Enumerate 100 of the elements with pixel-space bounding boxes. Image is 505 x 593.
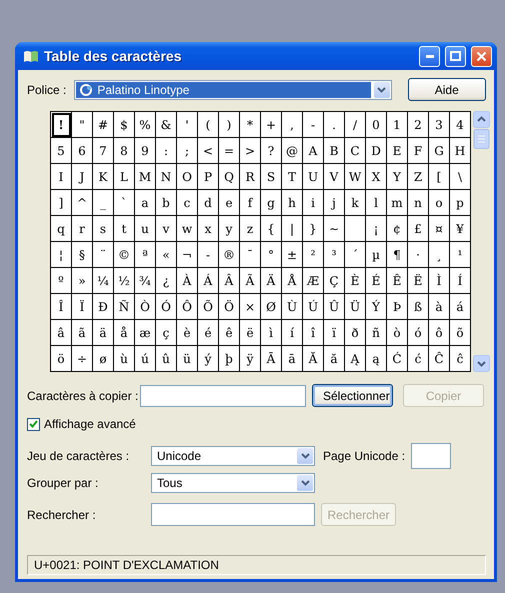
- character-cell[interactable]: ć: [408, 346, 429, 372]
- character-cell[interactable]: <: [198, 138, 219, 164]
- character-cell[interactable]: y: [219, 216, 240, 242]
- character-cell[interactable]: ë: [240, 320, 261, 346]
- character-cell[interactable]: Ú: [303, 294, 324, 320]
- character-cell[interactable]: ê: [219, 320, 240, 346]
- character-cell[interactable]: ñ: [366, 320, 387, 346]
- character-cell[interactable]: j: [324, 190, 345, 216]
- character-cell[interactable]: =: [219, 138, 240, 164]
- character-cell[interactable]: ¤: [429, 216, 450, 242]
- character-cell[interactable]: Ö: [219, 294, 240, 320]
- character-cell[interactable]: É: [366, 268, 387, 294]
- character-cell[interactable]: |: [282, 216, 303, 242]
- character-cell[interactable]: p: [450, 190, 471, 216]
- character-cell[interactable]: 1: [387, 112, 408, 138]
- character-cell[interactable]: u: [135, 216, 156, 242]
- character-cell[interactable]: ß: [408, 294, 429, 320]
- character-cell[interactable]: ®: [219, 242, 240, 268]
- character-cell[interactable]: ó: [408, 320, 429, 346]
- character-cell[interactable]: q: [51, 216, 72, 242]
- character-cell[interactable]: 8: [114, 138, 135, 164]
- character-cell[interactable]: À: [177, 268, 198, 294]
- character-cell[interactable]: °: [261, 242, 282, 268]
- character-cell[interactable]: E: [387, 138, 408, 164]
- character-cell[interactable]: ¨: [93, 242, 114, 268]
- character-cell[interactable]: U: [303, 164, 324, 190]
- character-cell[interactable]: r: [72, 216, 93, 242]
- character-cell[interactable]: h: [282, 190, 303, 216]
- character-cell[interactable]: Å: [282, 268, 303, 294]
- search-field[interactable]: [151, 503, 315, 526]
- character-cell[interactable]: Â: [219, 268, 240, 294]
- character-cell[interactable]: W: [345, 164, 366, 190]
- character-cell[interactable]: â: [51, 320, 72, 346]
- minimize-button[interactable]: [419, 46, 440, 66]
- character-cell[interactable]: *: [240, 112, 261, 138]
- character-cell[interactable]: T: [282, 164, 303, 190]
- character-cell[interactable]: J: [72, 164, 93, 190]
- character-cell[interactable]: ´: [345, 242, 366, 268]
- character-cell[interactable]: ï: [324, 320, 345, 346]
- character-cell[interactable]: R: [240, 164, 261, 190]
- character-cell[interactable]: è: [177, 320, 198, 346]
- character-cell[interactable]: ô: [429, 320, 450, 346]
- character-cell[interactable]: Ê: [387, 268, 408, 294]
- character-cell[interactable]: ö: [51, 346, 72, 372]
- character-cell[interactable]: e: [219, 190, 240, 216]
- character-cell[interactable]: ý: [198, 346, 219, 372]
- character-cell[interactable]: d: [198, 190, 219, 216]
- character-cell[interactable]: ½: [114, 268, 135, 294]
- character-cell[interactable]: ä: [93, 320, 114, 346]
- character-cell[interactable]: ;: [177, 138, 198, 164]
- character-cell[interactable]: Ô: [177, 294, 198, 320]
- character-cell[interactable]: Z: [408, 164, 429, 190]
- copy-field[interactable]: [140, 384, 306, 406]
- character-cell[interactable]: ?: [261, 138, 282, 164]
- character-cell[interactable]: #: [93, 112, 114, 138]
- character-cell[interactable]: l: [366, 190, 387, 216]
- character-cell[interactable]: K: [93, 164, 114, 190]
- scroll-thumb[interactable]: [473, 129, 490, 149]
- character-cell[interactable]: ì: [261, 320, 282, 346]
- character-cell[interactable]: +: [261, 112, 282, 138]
- character-cell[interactable]: X: [366, 164, 387, 190]
- character-cell[interactable]: ©: [114, 242, 135, 268]
- character-cell[interactable]: «: [156, 242, 177, 268]
- character-cell[interactable]: ^: [72, 190, 93, 216]
- character-cell[interactable]: à: [429, 294, 450, 320]
- character-cell[interactable]: [345, 216, 366, 242]
- character-cell[interactable]: $: [114, 112, 135, 138]
- dropdown-button[interactable]: [297, 475, 313, 491]
- character-cell[interactable]: }: [303, 216, 324, 242]
- character-cell[interactable]: ú: [135, 346, 156, 372]
- character-cell[interactable]: ù: [114, 346, 135, 372]
- font-dropdown[interactable]: Palatino Linotype: [74, 80, 392, 100]
- character-cell[interactable]: í: [282, 320, 303, 346]
- character-cell[interactable]: ,: [282, 112, 303, 138]
- character-cell[interactable]: ¶: [387, 242, 408, 268]
- character-cell[interactable]: B: [324, 138, 345, 164]
- character-cell[interactable]: Í: [450, 268, 471, 294]
- character-cell[interactable]: Y: [387, 164, 408, 190]
- character-cell[interactable]: I: [51, 164, 72, 190]
- character-cell[interactable]: ]: [51, 190, 72, 216]
- character-cell[interactable]: Ñ: [114, 294, 135, 320]
- character-cell[interactable]: 3: [429, 112, 450, 138]
- checkbox[interactable]: [27, 418, 40, 430]
- character-cell[interactable]: 2: [408, 112, 429, 138]
- character-cell[interactable]: õ: [450, 320, 471, 346]
- character-cell[interactable]: c: [177, 190, 198, 216]
- character-cell[interactable]: ¡: [366, 216, 387, 242]
- character-cell[interactable]: a: [135, 190, 156, 216]
- character-cell[interactable]: ²: [303, 242, 324, 268]
- character-cell[interactable]: G: [429, 138, 450, 164]
- unicode-page-field[interactable]: [411, 443, 452, 469]
- scrollbar[interactable]: [473, 111, 490, 372]
- character-cell[interactable]: È: [345, 268, 366, 294]
- character-cell[interactable]: ¹: [450, 242, 471, 268]
- character-cell[interactable]: Û: [324, 294, 345, 320]
- character-cell[interactable]: s: [93, 216, 114, 242]
- character-cell[interactable]: §: [72, 242, 93, 268]
- character-cell[interactable]: ü: [177, 346, 198, 372]
- character-cell[interactable]: »: [72, 268, 93, 294]
- character-cell[interactable]: &: [156, 112, 177, 138]
